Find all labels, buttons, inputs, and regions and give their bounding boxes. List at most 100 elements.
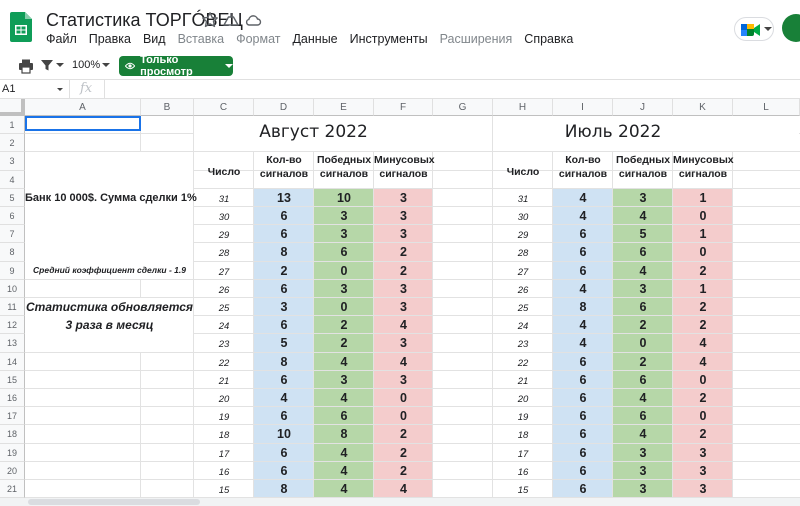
menu-item[interactable]: Справка (518, 32, 579, 50)
table-cell-date: 22 (218, 357, 230, 369)
table-cell-count: 6 (579, 263, 587, 278)
name-box-caret-icon[interactable] (57, 88, 63, 91)
zoom-select[interactable]: 100% (72, 59, 100, 71)
table-cell-wins: 0 (639, 336, 647, 351)
table-cell-count: 6 (579, 354, 587, 369)
table-cell-losses: 2 (400, 263, 407, 278)
column-header[interactable]: C (194, 99, 254, 116)
table-title: Июль 2022 (564, 122, 662, 142)
meet-button[interactable] (734, 17, 774, 41)
table-cell-losses: 2 (699, 263, 707, 278)
select-all-corner[interactable] (0, 99, 25, 116)
column-header[interactable]: A (25, 99, 141, 116)
row-header[interactable]: 10 (0, 279, 25, 298)
table-cell-losses: 1 (699, 281, 707, 296)
column-header[interactable]: L (733, 99, 800, 116)
note-update: 3 раза в месяц (65, 318, 154, 333)
column-header[interactable]: J (613, 99, 673, 116)
filter-icon[interactable] (40, 58, 54, 72)
column-header[interactable]: I (553, 99, 613, 116)
table-cell-wins: 3 (340, 227, 348, 242)
meet-caret-icon (764, 27, 772, 31)
note-bank: Банк 10 000$. Сумма сделки 1% (25, 191, 197, 204)
table-cell-losses: 2 (400, 427, 407, 442)
table-cell-count: 8 (579, 300, 587, 314)
menu-item[interactable]: Формат (230, 32, 286, 50)
table-cell-losses: 0 (400, 409, 407, 424)
table-cell-wins: 4 (639, 391, 647, 405)
row-header[interactable]: 20 (0, 461, 25, 480)
sheets-logo-icon[interactable] (10, 12, 32, 42)
row-header[interactable]: 8 (0, 243, 25, 262)
horizontal-scrollbar-thumb[interactable] (28, 499, 200, 505)
row-header[interactable]: 9 (0, 261, 25, 280)
column-header[interactable]: H (493, 99, 553, 116)
cell-selection[interactable] (25, 116, 141, 131)
account-avatar-icon[interactable] (782, 14, 800, 42)
view-only-caret-icon (225, 64, 233, 68)
grid-line (25, 424, 800, 426)
table-cell-losses: 3 (400, 190, 407, 205)
filter-caret-icon[interactable] (56, 63, 64, 67)
table-cell-losses: 3 (699, 463, 707, 478)
row-header[interactable]: 17 (0, 407, 25, 426)
row-header[interactable]: 7 (0, 225, 25, 244)
column-header[interactable]: G (433, 99, 493, 116)
table-cell-wins: 4 (639, 263, 647, 278)
star-icon[interactable] (201, 11, 219, 29)
menu-bar: Файл Правка Вид Вставка Формат Данные Инструме… (40, 32, 579, 50)
grid-line (25, 278, 800, 280)
horizontal-scrollbar[interactable] (0, 498, 800, 506)
column-header[interactable]: E (314, 99, 374, 116)
note-coefficient: Средний коэффициент сделки - 1.9 (33, 264, 186, 275)
menu-item[interactable]: Расширения (434, 32, 519, 50)
row-header[interactable]: 19 (0, 443, 25, 462)
column-header[interactable]: F (374, 99, 433, 116)
row-header[interactable]: 5 (0, 188, 25, 207)
menu-item[interactable]: Вставка (172, 32, 230, 50)
menu-item[interactable]: Данные (286, 32, 343, 50)
menu-item[interactable]: Правка (83, 32, 137, 50)
row-header[interactable]: 3 (0, 152, 25, 171)
zoom-caret-icon[interactable] (102, 63, 110, 67)
row-header[interactable]: 15 (0, 370, 25, 389)
row-header[interactable]: 1 (0, 116, 25, 135)
row-header[interactable]: 11 (0, 298, 25, 317)
column-header[interactable]: D (254, 99, 314, 116)
menu-item[interactable]: Вид (137, 32, 172, 50)
menu-item[interactable]: Файл (40, 32, 83, 50)
table-cell-date: 16 (517, 466, 529, 478)
table-cell-date: 25 (517, 303, 529, 314)
formula-input[interactable] (104, 80, 800, 99)
table-cell-losses: 3 (699, 482, 707, 496)
row-header[interactable]: 16 (0, 389, 25, 408)
row-header[interactable]: 4 (0, 170, 25, 189)
spreadsheet-grid[interactable]: Август 2022 Июль 2022 Число Кол-во сигналов П… (0, 99, 800, 498)
table-cell-date: 21 (218, 375, 230, 387)
column-header[interactable]: K (673, 99, 733, 116)
row-header[interactable]: 21 (0, 480, 25, 498)
view-only-button[interactable]: Только просмотр (119, 54, 233, 78)
print-icon[interactable] (18, 58, 34, 74)
table-cell-count: 6 (579, 227, 587, 242)
row-header[interactable]: 2 (0, 134, 25, 153)
table-cell-date: 28 (517, 248, 529, 260)
row-header[interactable]: 12 (0, 316, 25, 335)
menu-item[interactable]: Инструменты (344, 32, 434, 50)
table-cell-date: 25 (218, 303, 230, 314)
table-cell-count: 4 (579, 190, 587, 205)
grid-line (25, 479, 800, 480)
row-header[interactable]: 18 (0, 425, 25, 444)
row-header[interactable]: 6 (0, 207, 25, 226)
move-to-drive-icon[interactable] (222, 11, 240, 29)
table-cell-losses: 2 (400, 463, 407, 478)
table-cell-count: 4 (579, 318, 587, 333)
table-cell-losses: 0 (699, 372, 707, 387)
grid-line (25, 388, 800, 389)
table-cell-losses: 3 (400, 300, 407, 314)
row-header[interactable]: 13 (0, 334, 25, 353)
row-header[interactable]: 14 (0, 352, 25, 371)
column-header[interactable]: B (141, 99, 194, 116)
cloud-status-icon[interactable] (244, 11, 262, 29)
table-cell-count: 4 (579, 281, 587, 296)
